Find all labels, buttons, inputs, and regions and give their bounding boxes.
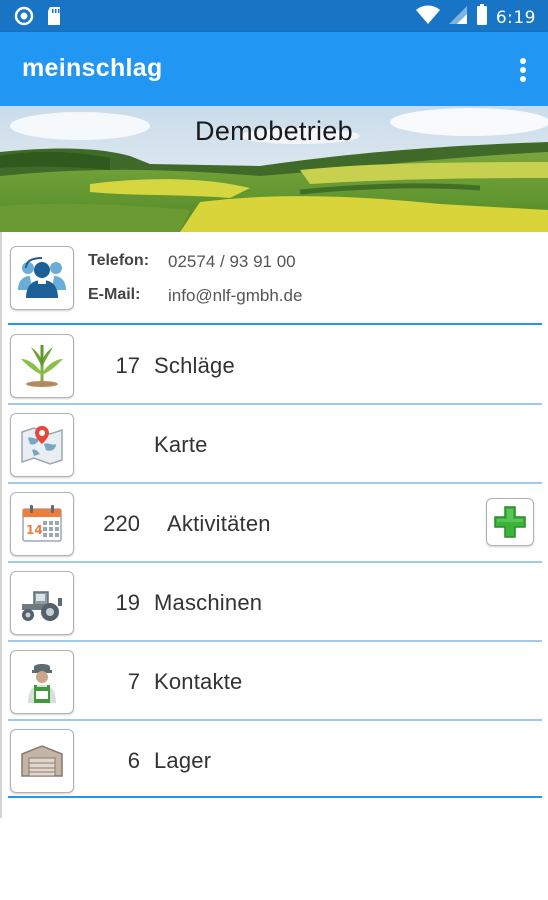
list-item-kontakte[interactable]: 7 Kontakte	[0, 643, 548, 720]
row-label: Karte	[154, 432, 208, 457]
calendar-icon: 14	[10, 492, 74, 556]
row-count: 7	[127, 669, 140, 694]
list-item-maschinen[interactable]: 19 Maschinen	[0, 564, 548, 641]
separator	[8, 403, 542, 405]
status-bar: 6:19	[0, 0, 548, 32]
email-label: E-Mail:	[88, 286, 141, 303]
status-time: 6:19	[495, 7, 536, 28]
battery-icon	[476, 4, 488, 31]
contact-person-icon[interactable]	[10, 246, 74, 310]
row-label: Lager	[154, 748, 212, 773]
farmer-icon	[10, 650, 74, 714]
separator	[8, 640, 542, 642]
notification-circle-icon	[14, 6, 34, 31]
app-bar: meinschlag	[0, 32, 548, 106]
phone-label: Telefon:	[88, 252, 150, 269]
map-icon	[10, 413, 74, 477]
list-item-lager[interactable]: 6 Lager	[0, 722, 548, 799]
signal-icon	[448, 5, 468, 30]
contact-info: Telefon: 02574 / 93 91 00 E-Mail: info@n…	[0, 232, 548, 324]
farm-name: Demobetrieb	[195, 116, 353, 146]
row-count: 19	[115, 590, 140, 615]
wifi-icon	[415, 5, 440, 30]
phone-value[interactable]: 02574 / 93 91 00	[168, 252, 296, 272]
app-title: meinschlag	[22, 54, 163, 82]
header-banner: Demobetrieb	[0, 106, 548, 232]
list-item-aktivitaeten[interactable]: 14 220 Aktivitäten	[0, 485, 548, 562]
add-plus-icon	[494, 506, 526, 538]
add-activity-button[interactable]	[486, 498, 534, 546]
row-label: Maschinen	[154, 590, 263, 615]
row-count: 6	[127, 748, 140, 773]
email-value[interactable]: info@nlf-gmbh.de	[168, 286, 302, 306]
separator	[8, 719, 542, 721]
list-item-karte[interactable]: Karte	[0, 406, 548, 483]
row-label: Aktivitäten	[167, 511, 271, 536]
row-label: Schläge	[154, 353, 235, 378]
plant-icon	[10, 334, 74, 398]
more-vert-icon[interactable]	[516, 56, 530, 84]
list-item-schlaege[interactable]: 17 Schläge	[0, 327, 548, 404]
row-label: Kontakte	[154, 669, 243, 694]
separator	[8, 482, 542, 484]
sd-card-icon	[46, 6, 62, 31]
row-count: 17	[115, 353, 140, 378]
separator	[8, 561, 542, 563]
separator	[8, 796, 542, 798]
separator	[8, 323, 542, 325]
tractor-icon	[10, 571, 74, 635]
row-count: 220	[103, 511, 140, 536]
warehouse-icon	[10, 729, 74, 793]
svg-text:14: 14	[26, 523, 43, 537]
